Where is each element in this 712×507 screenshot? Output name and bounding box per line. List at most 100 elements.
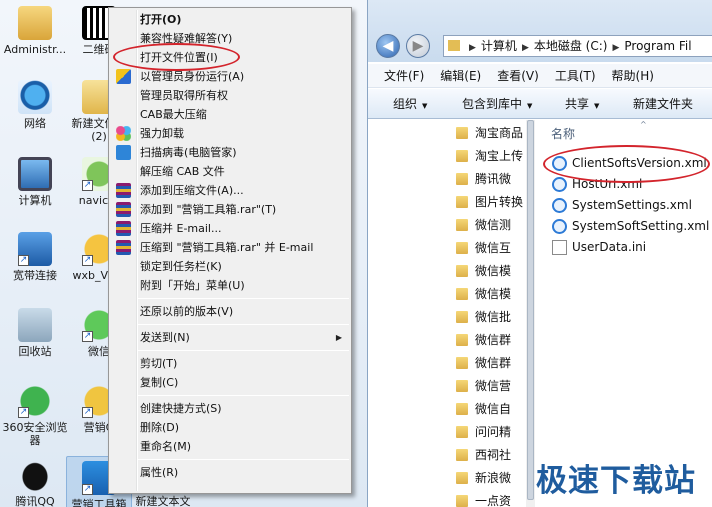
file-item[interactable]: SystemSoftSetting.xml bbox=[552, 216, 709, 236]
user-folder-icon bbox=[18, 6, 52, 40]
menu-item-take-ownership[interactable]: 管理员取得所有权 bbox=[109, 86, 351, 105]
ie-xml-icon bbox=[552, 177, 567, 192]
desktop-icon-administrator[interactable]: Administr... bbox=[2, 6, 68, 56]
ie-xml-icon bbox=[552, 219, 567, 234]
winrar-icon bbox=[116, 240, 131, 255]
desktop-icon-computer[interactable]: 计算机 bbox=[2, 157, 68, 207]
scrollbar-thumb[interactable] bbox=[527, 120, 534, 500]
folder-icon bbox=[456, 334, 468, 346]
dropdown-arrow-icon: ▼ bbox=[422, 102, 428, 110]
menu-item-compat-troubleshoot[interactable]: 兼容性疑难解答(Y) bbox=[109, 29, 351, 48]
folder-icon bbox=[456, 242, 468, 254]
menu-item-rename[interactable]: 重命名(M) bbox=[109, 437, 351, 456]
folder-icon bbox=[456, 127, 468, 139]
nav-folder[interactable]: 问问精 bbox=[368, 421, 534, 444]
ie-xml-icon bbox=[552, 198, 567, 213]
forward-button[interactable]: ▶ bbox=[406, 34, 430, 58]
menu-item-cut[interactable]: 剪切(T) bbox=[109, 354, 351, 373]
file-item[interactable]: ClientSoftsVersion.xml bbox=[552, 153, 707, 173]
browser-360-icon: ↗ bbox=[18, 384, 52, 418]
menu-item-open-file-location[interactable]: 打开文件位置(I) bbox=[109, 48, 351, 67]
menu-help[interactable]: 帮助(H) bbox=[604, 64, 662, 88]
nav-folder[interactable]: 微信群 bbox=[368, 352, 534, 375]
menu-item-cab-max-compress[interactable]: CAB最大压缩 bbox=[109, 105, 351, 124]
menu-item-pin-start[interactable]: 附到「开始」菜单(U) bbox=[109, 276, 351, 295]
folder-icon bbox=[456, 472, 468, 484]
folder-icon bbox=[456, 150, 468, 162]
command-toolbar: 组织 ▼ 包含到库中 ▼ 共享 ▼ 新建文件夹 bbox=[368, 89, 712, 119]
file-item[interactable]: SystemSettings.xml bbox=[552, 195, 692, 215]
network-icon bbox=[18, 80, 52, 114]
nav-folder[interactable]: 淘宝商品 bbox=[368, 122, 534, 145]
folder-icon bbox=[456, 288, 468, 300]
menu-view[interactable]: 查看(V) bbox=[489, 64, 547, 88]
nav-folder[interactable]: 一点资 bbox=[368, 490, 534, 507]
menu-file[interactable]: 文件(F) bbox=[368, 64, 432, 88]
nav-folder[interactable]: 微信群 bbox=[368, 329, 534, 352]
new-folder-button[interactable]: 新建文件夹 bbox=[633, 89, 693, 119]
folder-icon bbox=[456, 173, 468, 185]
menu-item-extract-cab[interactable]: 解压缩 CAB 文件 bbox=[109, 162, 351, 181]
menu-item-copy[interactable]: 复制(C) bbox=[109, 373, 351, 392]
include-in-library-button[interactable]: 包含到库中 ▼ bbox=[462, 89, 532, 121]
menu-item-pin-taskbar[interactable]: 锁定到任务栏(K) bbox=[109, 257, 351, 276]
nav-folder[interactable]: 微信模 bbox=[368, 260, 534, 283]
menu-item-compress-email[interactable]: 压缩并 E-mail... bbox=[109, 219, 351, 238]
menu-item-compress-rar-email[interactable]: 压缩到 "营销工具箱.rar" 并 E-mail bbox=[109, 238, 351, 257]
desktop-icon-broadband[interactable]: ↗ 宽带连接 bbox=[2, 232, 68, 282]
folder-icon bbox=[456, 495, 468, 507]
dropdown-arrow-icon: ▼ bbox=[594, 102, 600, 110]
recycle-bin-icon bbox=[18, 308, 52, 342]
menu-item-restore-versions[interactable]: 还原以前的版本(V) bbox=[109, 302, 351, 321]
column-header-name[interactable]: 名称 bbox=[551, 125, 575, 142]
file-item[interactable]: HostUrl.xml bbox=[552, 174, 642, 194]
menu-item-add-to-archive[interactable]: 添加到压缩文件(A)... bbox=[109, 181, 351, 200]
folder-icon bbox=[448, 40, 460, 51]
menu-item-properties[interactable]: 属性(R) bbox=[109, 463, 351, 482]
organize-button[interactable]: 组织 ▼ bbox=[393, 89, 427, 121]
nav-folder[interactable]: 腾讯微 bbox=[368, 168, 534, 191]
ini-file-icon bbox=[552, 240, 567, 255]
winrar-icon bbox=[116, 183, 131, 198]
nav-folder[interactable]: 微信营 bbox=[368, 375, 534, 398]
back-button[interactable]: ◀ bbox=[376, 34, 400, 58]
nav-folder[interactable]: 微信自 bbox=[368, 398, 534, 421]
desktop-icon-tencent-qq[interactable]: 腾讯QQ bbox=[2, 458, 68, 507]
nav-pane-scrollbar[interactable] bbox=[526, 120, 535, 507]
menu-edit[interactable]: 编辑(E) bbox=[432, 64, 489, 88]
nav-folder[interactable]: 西祠社 bbox=[368, 444, 534, 467]
nav-folder[interactable]: 微信互 bbox=[368, 237, 534, 260]
share-button[interactable]: 共享 ▼ bbox=[565, 89, 599, 121]
nav-folder[interactable]: 微信模 bbox=[368, 283, 534, 306]
pc-manager-shield-icon bbox=[116, 145, 131, 160]
broadband-connection-icon: ↗ bbox=[18, 232, 52, 266]
computer-icon bbox=[18, 157, 52, 191]
winrar-icon bbox=[116, 202, 131, 217]
nav-folder[interactable]: 微信测 bbox=[368, 214, 534, 237]
breadcrumb-local-disk[interactable]: 本地磁盘 (C:) bbox=[534, 39, 608, 53]
nav-folder[interactable]: 图片转换 bbox=[368, 191, 534, 214]
menu-item-delete[interactable]: 删除(D) bbox=[109, 418, 351, 437]
watermark-text: 极速下载站 bbox=[536, 463, 696, 499]
desktop-icon-network[interactable]: 网络 bbox=[2, 80, 68, 130]
menu-item-add-to-rar[interactable]: 添加到 "营销工具箱.rar"(T) bbox=[109, 200, 351, 219]
menu-item-send-to[interactable]: 发送到(N) ▶ bbox=[109, 328, 351, 347]
menu-item-force-uninstall[interactable]: 强力卸载 bbox=[109, 124, 351, 143]
breadcrumb-program-files[interactable]: Program Fil bbox=[624, 39, 691, 53]
menu-item-open[interactable]: 打开(O) bbox=[109, 10, 351, 29]
menu-item-run-as-admin[interactable]: 以管理员身份运行(A) bbox=[109, 67, 351, 86]
file-item[interactable]: UserData.ini bbox=[552, 237, 646, 257]
nav-folder[interactable]: 新浪微 bbox=[368, 467, 534, 490]
breadcrumb-computer[interactable]: 计算机 bbox=[481, 39, 517, 53]
menu-item-scan-virus[interactable]: 扫描病毒(电脑管家) bbox=[109, 143, 351, 162]
address-row: ◀ ▶ ▶ 计算机 ▶ 本地磁盘 (C:) ▶ Program Fil bbox=[368, 0, 712, 62]
nav-folder[interactable]: 微信批 bbox=[368, 306, 534, 329]
desktop-icon-recycle-bin[interactable]: 回收站 bbox=[2, 308, 68, 358]
menu-tools[interactable]: 工具(T) bbox=[547, 64, 604, 88]
nav-folder[interactable]: 淘宝上传 bbox=[368, 145, 534, 168]
menu-item-create-shortcut[interactable]: 创建快捷方式(S) bbox=[109, 399, 351, 418]
address-bar[interactable]: ▶ 计算机 ▶ 本地磁盘 (C:) ▶ Program Fil bbox=[443, 35, 712, 57]
uac-shield-icon bbox=[116, 69, 131, 84]
desktop-icon-360-browser[interactable]: ↗ 360安全浏览 器 bbox=[2, 384, 68, 447]
context-menu: 打开(O) 兼容性疑难解答(Y) 打开文件位置(I) 以管理员身份运行(A) 管… bbox=[108, 7, 352, 494]
